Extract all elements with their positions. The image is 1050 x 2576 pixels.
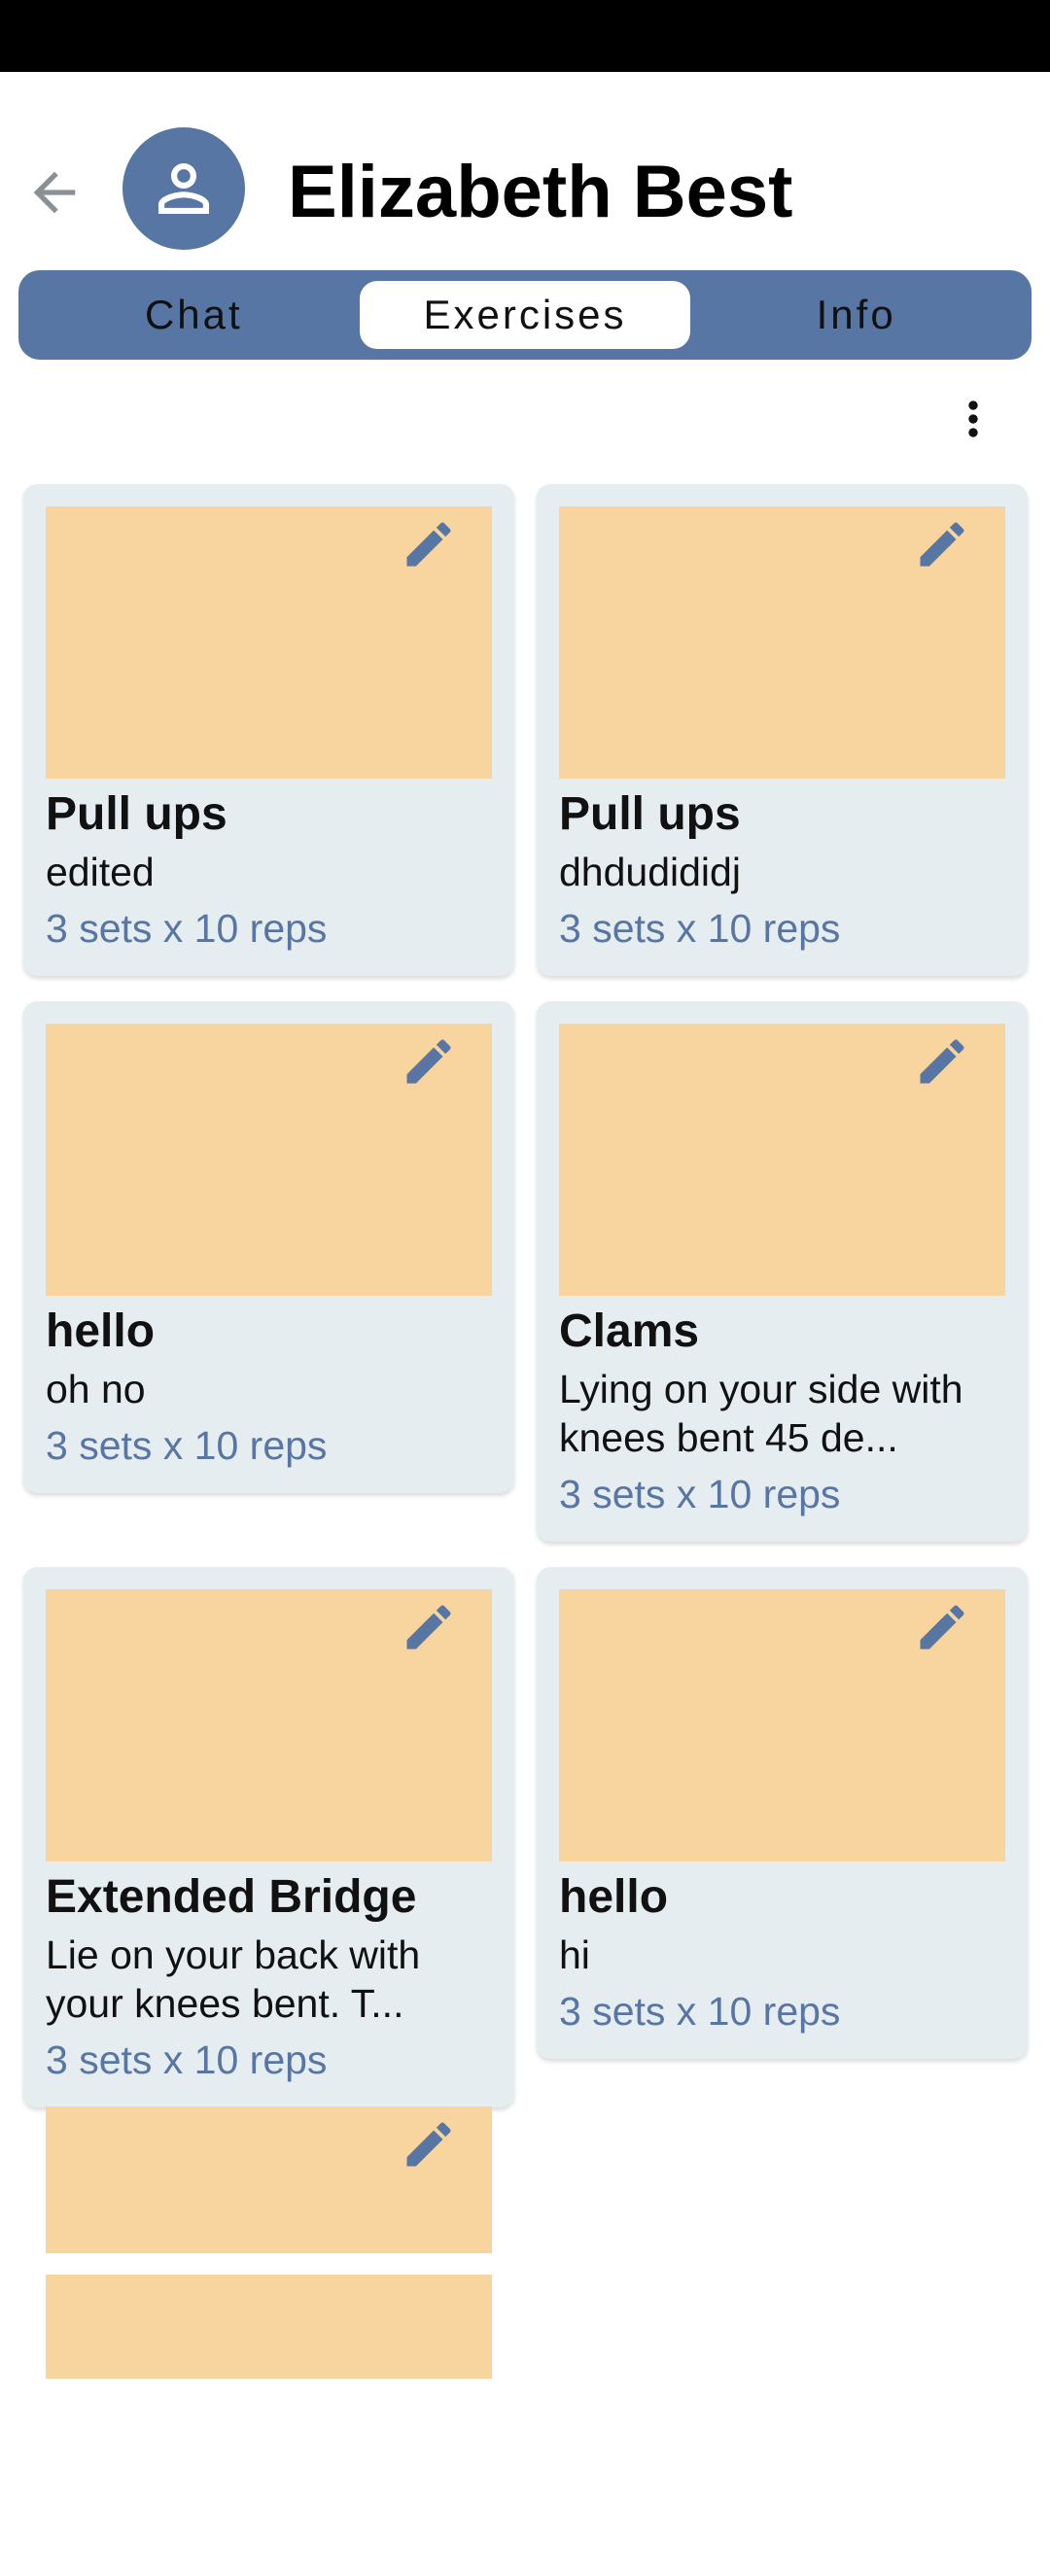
tab-bar: Chat Exercises Info (18, 270, 1032, 360)
bottom-edge (0, 2253, 1050, 2275)
exercise-title: hello (46, 1305, 156, 1357)
more-vert-icon (968, 400, 978, 437)
exercise-title: hello (559, 1871, 669, 1923)
avatar[interactable] (122, 127, 245, 250)
edit-pencil-icon (920, 522, 964, 567)
status-bar (0, 0, 1050, 72)
exercise-card[interactable] (23, 2084, 514, 2576)
exercise-card[interactable]: Pull ups dhdudididj 3 sets x 10 reps (537, 484, 1028, 976)
exercise-title: Clams (559, 1305, 700, 1357)
exercise-sets: 3 sets x 10 reps (46, 1423, 328, 1468)
exercise-title: Pull ups (46, 788, 228, 840)
exercise-card[interactable]: Extended Bridge Lie on your back with yo… (23, 1567, 514, 2107)
exercise-sets: 3 sets x 10 reps (559, 906, 841, 951)
edit-button[interactable] (398, 1030, 460, 1093)
exercise-description: edited (46, 850, 155, 894)
tab-chat[interactable]: Chat (28, 281, 360, 349)
edit-pencil-icon (920, 1039, 964, 1084)
exercise-sets: 3 sets x 10 reps (46, 906, 328, 951)
exercise-card[interactable]: hello hi 3 sets x 10 reps (537, 1567, 1028, 2059)
more-options-button[interactable] (943, 389, 1003, 449)
exercise-title: Extended Bridge (46, 1871, 417, 1923)
contact-name: Elizabeth Best (288, 151, 793, 233)
exercise-description: dhdudididj (559, 850, 741, 894)
tab-info[interactable]: Info (690, 281, 1022, 349)
exercise-description: oh no (46, 1367, 146, 1411)
chat-header: Elizabeth Best (0, 117, 1050, 262)
edit-button[interactable] (911, 513, 973, 575)
exercise-card[interactable]: Pull ups edited 3 sets x 10 reps (23, 484, 514, 976)
exercise-title: Pull ups (559, 788, 741, 840)
exercise-card[interactable]: Clams Lying on your side with knees bent… (537, 1001, 1028, 1542)
edit-pencil-icon (406, 1039, 451, 1084)
edit-pencil-icon (406, 522, 451, 567)
exercise-description: Lying on your side with knees bent 45 de… (559, 1367, 963, 1460)
person-icon (158, 163, 209, 214)
edit-pencil-icon (406, 2122, 451, 2167)
edit-button[interactable] (398, 2113, 460, 2176)
exercise-sets: 3 sets x 10 reps (559, 1472, 841, 1516)
arrow-back-icon (33, 171, 76, 214)
tab-exercises[interactable]: Exercises (359, 281, 691, 349)
back-button[interactable] (18, 156, 91, 229)
edit-button[interactable] (398, 1596, 460, 1658)
edit-button[interactable] (398, 513, 460, 575)
exercise-sets: 3 sets x 10 reps (559, 1989, 841, 2034)
edit-pencil-icon (920, 1605, 964, 1650)
exercise-card[interactable]: hello oh no 3 sets x 10 reps (23, 1001, 514, 1493)
exercise-description: hi (559, 1932, 590, 1977)
edit-button[interactable] (911, 1596, 973, 1658)
edit-pencil-icon (406, 1605, 451, 1650)
edit-button[interactable] (911, 1030, 973, 1093)
exercise-sets: 3 sets x 10 reps (46, 2037, 328, 2082)
exercise-description: Lie on your back with your knees bent. T… (46, 1932, 421, 2026)
